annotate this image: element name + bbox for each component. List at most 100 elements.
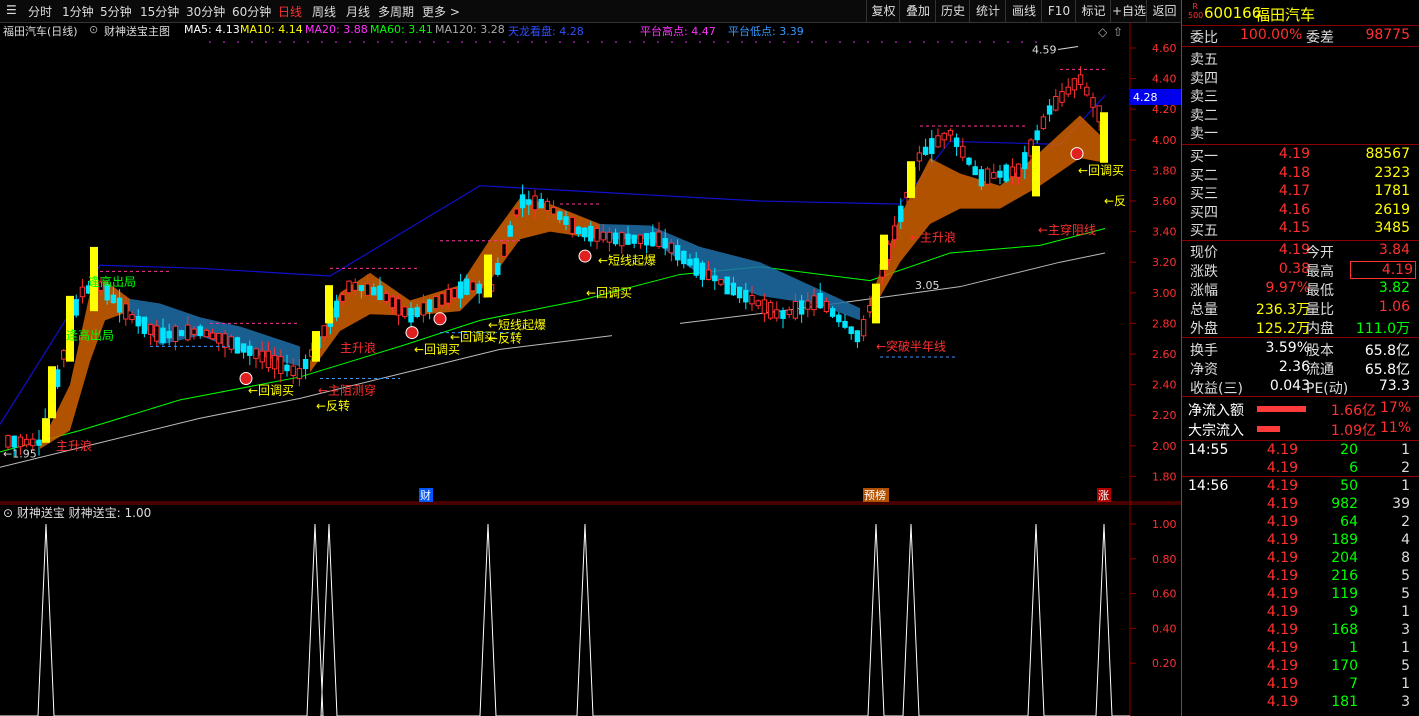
chart-annotation: ←反 [1104, 194, 1126, 208]
top-dot [937, 41, 939, 43]
event-marker-label: 涨 [1098, 489, 1109, 502]
candle-body [1046, 105, 1053, 115]
period-tab-6[interactable]: 日线 [278, 3, 302, 20]
candle-body [860, 319, 867, 337]
chart-annotation: ←短线起爆 [488, 318, 546, 332]
candle-body [867, 305, 873, 313]
toolbar-button-5[interactable]: F10 [1041, 0, 1076, 22]
tick-row: 4.19 204 8 [1266, 550, 1410, 566]
chart-annotation: ←反转 [316, 398, 350, 413]
period-tab-10[interactable]: 更多 > [422, 3, 460, 20]
candle-body [30, 438, 36, 447]
top-dot [573, 41, 575, 43]
candle-body [364, 283, 371, 296]
price-tick-label: 3.20 [1152, 256, 1177, 269]
candle-body [1084, 86, 1090, 96]
period-tab-2[interactable]: 5分钟 [100, 3, 132, 20]
candle-body [761, 299, 768, 315]
signal-sphere [239, 371, 253, 385]
candle-body [36, 439, 42, 446]
toolbar-button-0[interactable]: 复权 [866, 0, 900, 22]
candle-body [643, 233, 650, 246]
period-tab-0[interactable]: 分时 [28, 3, 52, 20]
candle-body [1090, 97, 1096, 108]
toolbar-button-2[interactable]: 历史 [935, 0, 970, 22]
tick-row: 4.19 216 5 [1266, 568, 1410, 584]
candle-body [575, 226, 582, 235]
candle-body [395, 298, 402, 316]
top-dot [783, 41, 785, 43]
ask-row: 卖四 [1190, 70, 1218, 87]
period-tab-4[interactable]: 30分钟 [186, 3, 225, 20]
top-dot [951, 41, 953, 43]
divider [1182, 476, 1419, 477]
candle-body [1003, 164, 1009, 182]
tick-row: 4.19 7 1 [1266, 676, 1410, 692]
bid-row: 买二 4.18 2323 [1190, 164, 1410, 184]
toolbar-button-8[interactable]: 返回 [1146, 0, 1182, 22]
candle-body [110, 294, 117, 304]
candle-body [656, 231, 662, 247]
top-dot [923, 41, 925, 43]
chart-annotation: ←主穿阻线 [1038, 222, 1096, 237]
period-tab-3[interactable]: 15分钟 [140, 3, 179, 20]
ask-row: 卖三 [1190, 89, 1218, 105]
candle-body [538, 198, 544, 209]
candle-body [997, 170, 1003, 178]
top-dot [671, 41, 673, 43]
price-tick-label: 3.40 [1152, 226, 1177, 239]
candle-body [519, 194, 526, 209]
top-dot [419, 41, 421, 43]
candle-body [1053, 95, 1059, 111]
quote-stat-row: 涨跌 0.38 最高 4.19 [1182, 261, 1419, 280]
candle-body [123, 303, 129, 320]
period-tab-1[interactable]: 1分钟 [62, 3, 94, 20]
candle-body [290, 365, 296, 376]
candle-body [569, 216, 575, 235]
candle-body [854, 330, 861, 343]
candle-body [631, 234, 637, 244]
top-dot [447, 41, 449, 43]
top-dot [349, 41, 351, 43]
top-dot [545, 41, 547, 43]
candle-body [774, 309, 780, 319]
candle-body [1077, 74, 1084, 85]
kline-chart[interactable]: 4.60 4.40 4.20 4.00 3.80 3.60 3.40 3.20 3.00 2.80… [0, 22, 1181, 716]
period-tab-8[interactable]: 月线 [346, 3, 370, 20]
top-dot [377, 41, 379, 43]
main-panel-bg [0, 38, 1130, 503]
sub-axis-label: 0.40 [1152, 622, 1177, 635]
top-dot [237, 41, 239, 43]
price-tick-label: 2.20 [1152, 409, 1177, 422]
candle-body [594, 227, 600, 242]
quote-stat-row: 涨幅 9.97% 最低 3.82 [1190, 280, 1410, 299]
toolbar-button-6[interactable]: 标记 [1075, 0, 1111, 22]
chart-annotation: ←反转 [488, 331, 522, 346]
candle-body [662, 238, 668, 249]
period-tab-9[interactable]: 多周期 [378, 3, 414, 20]
tick-row: 4.19 982 39 [1266, 496, 1410, 512]
candle-body [439, 293, 445, 306]
chart-annotation: ←回调买 [248, 384, 294, 398]
candle-body [953, 137, 960, 147]
top-dot [615, 41, 617, 43]
signal-bar [880, 234, 888, 270]
candle-body [767, 302, 774, 319]
period-tab-7[interactable]: 周线 [312, 3, 336, 20]
price-tick-label: 2.60 [1152, 348, 1177, 361]
toolbar-button-3[interactable]: 统计 [969, 0, 1006, 22]
candle-body [185, 324, 191, 341]
chart-annotation: ←回调买 [1078, 163, 1124, 177]
candle-body [532, 195, 538, 211]
toolbar-button-4[interactable]: 画线 [1005, 0, 1042, 22]
candle-body [891, 225, 898, 241]
candle-body [209, 332, 216, 340]
candle-body [588, 225, 594, 242]
menu-icon[interactable]: ☰ [6, 3, 17, 17]
toolbar-button-7[interactable]: +自选 [1110, 0, 1147, 22]
period-tab-5[interactable]: 60分钟 [232, 3, 271, 20]
chart-annotation: ←突破半年线 [876, 338, 946, 353]
toolbar-button-1[interactable]: 叠加 [899, 0, 936, 22]
candle-body [668, 242, 675, 254]
candle-body [829, 308, 836, 317]
